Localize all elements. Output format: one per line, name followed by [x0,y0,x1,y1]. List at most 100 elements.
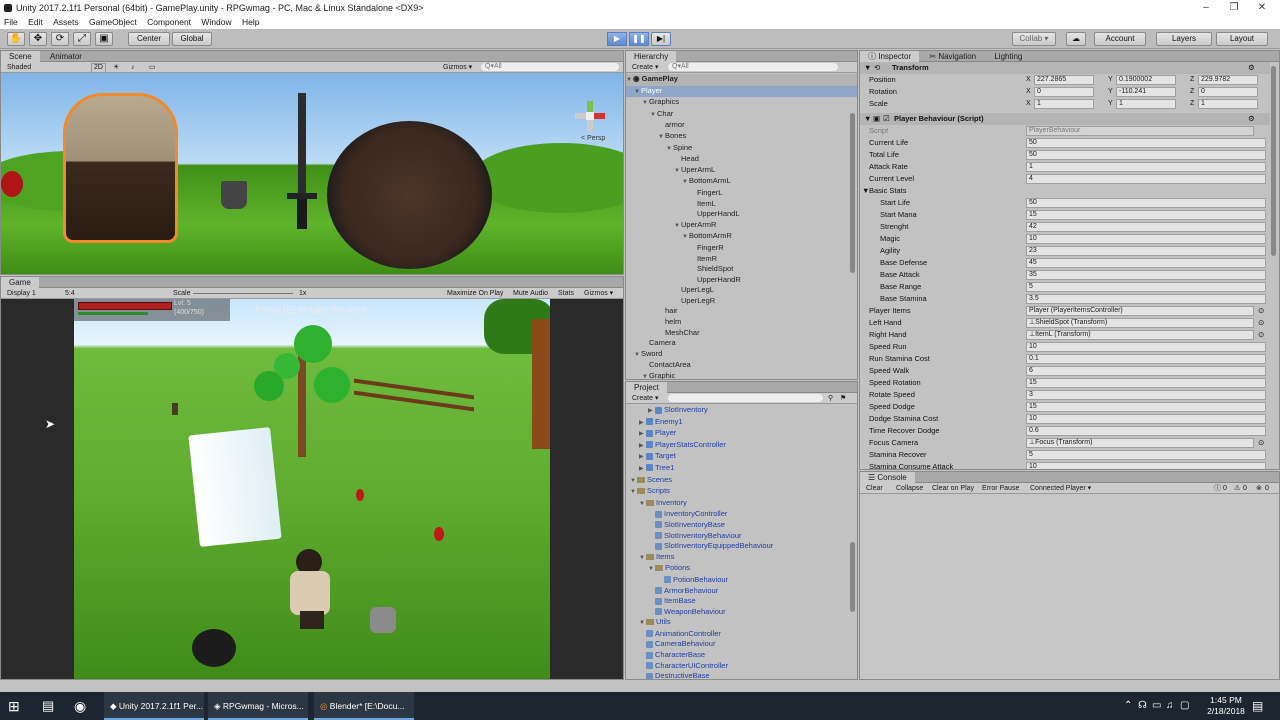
project-row[interactable]: ▼ Potions [626,563,857,575]
hierarchy-row[interactable]: UpperHandL [626,209,857,220]
hierarchy-search-input[interactable]: Q▾All [668,63,838,71]
game-gizmos-dropdown[interactable]: Gizmos ▾ [584,288,613,299]
hierarchy-row[interactable]: ItemL [626,199,857,210]
tab-inspector[interactable]: ⓘ Inspector [860,51,920,62]
object-reference-field[interactable]: Player (PlayerItemsController) [1026,306,1254,316]
project-row[interactable]: ▼ Scenes [626,475,857,487]
tab-scene[interactable]: Scene [1,51,40,62]
scene-viewport[interactable]: < Persp [1,73,623,274]
hierarchy-row[interactable]: ▼Bones [626,131,857,143]
value-field[interactable]: 5 [1026,282,1266,292]
project-row[interactable]: SlotInventoryBase [626,520,857,531]
pivot-center-button[interactable]: Center [128,32,170,46]
foldout-arrow-icon[interactable]: ▼ [682,232,689,243]
value-field[interactable]: 50 [1026,150,1266,160]
foldout-arrow-icon[interactable]: ▼ [642,372,649,379]
project-row[interactable]: ArmorBehaviour [626,586,857,597]
project-create-button[interactable]: Create ▾ [632,393,658,404]
stats-toggle[interactable]: Stats [558,288,574,299]
hierarchy-row[interactable]: hair [626,306,857,317]
shading-dropdown[interactable]: Shaded [7,62,31,73]
tab-hierarchy[interactable]: Hierarchy [626,51,677,62]
foldout-arrow-icon[interactable]: ▶ [648,406,655,417]
foldout-arrow-icon[interactable]: ▼ [658,132,665,143]
project-row[interactable]: ▶ Target [626,451,857,463]
tab-navigation[interactable]: ✂ Navigation [921,51,984,62]
foldout-arrow-icon[interactable]: ▼ [682,177,689,188]
clear-on-play-toggle[interactable]: Clear on Play [932,483,974,494]
foldout-arrow-icon[interactable]: ▼ [642,98,649,109]
hierarchy-row[interactable]: FingerL [626,188,857,199]
value-field[interactable]: 10 [1026,462,1266,469]
network-icon[interactable]: ☊ [1138,692,1147,720]
value-field[interactable]: 35 [1026,270,1266,280]
foldout-arrow-icon[interactable]: ▼ [650,110,657,121]
menu-assets[interactable]: Assets [49,16,83,29]
project-row[interactable]: ▼ Utils [626,617,857,629]
layers-button[interactable]: Layers [1156,32,1212,46]
close-button[interactable]: ✕ [1248,0,1276,16]
value-field[interactable]: 6 [1026,366,1266,376]
persp-label[interactable]: < Persp [581,135,605,142]
foldout-arrow-icon[interactable]: ▶ [639,418,646,429]
2d-toggle[interactable]: 2D [91,63,106,73]
project-row[interactable]: ▼ Scripts [626,486,857,498]
tab-game[interactable]: Game [1,277,39,288]
value-field[interactable]: 42 [1026,222,1266,232]
volume-icon[interactable]: ♫ [1166,692,1174,720]
info-count-icon[interactable]: ⓘ [1214,483,1221,494]
basic-stats-foldout[interactable]: Basic Stats [869,185,907,197]
hierarchy-row[interactable]: ▼Player [626,85,857,98]
component-settings-icon[interactable]: ⚙ [1248,62,1255,74]
move-tool-icon[interactable]: ✥ [29,32,47,46]
hierarchy-row[interactable]: helm [626,317,857,328]
project-row[interactable]: ▼ Inventory [626,498,857,510]
project-row[interactable]: SlotInventoryEquippedBehaviour [626,541,857,552]
error-pause-toggle[interactable]: Error Pause [982,483,1019,494]
tab-console[interactable]: ☰ Console [860,472,915,483]
project-row[interactable]: PotionBehaviour [626,575,857,586]
hierarchy-row[interactable]: UpperHandR [626,275,857,286]
maximize-button[interactable]: ❐ [1220,0,1248,16]
value-field[interactable]: 0.1 [1026,354,1266,364]
project-row[interactable]: DestructiveBase [626,671,857,679]
notifications-icon[interactable]: ▤ [1252,692,1263,720]
menu-edit[interactable]: Edit [24,16,47,29]
rect-tool-icon[interactable]: ▣ [95,32,113,46]
scale-x-field[interactable]: 1 [1034,99,1094,109]
cloud-icon[interactable]: ☁ [1066,32,1086,46]
foldout-arrow-icon[interactable]: ▼ [674,166,681,177]
menu-window[interactable]: Window [197,16,235,29]
hierarchy-scrollbar[interactable] [850,113,855,273]
maximize-on-play-toggle[interactable]: Maximize On Play [447,288,503,299]
scene-gizmos-dropdown[interactable]: Gizmos ▾ [443,62,472,73]
value-field[interactable]: 10 [1026,414,1266,424]
console-log-area[interactable] [860,494,1279,679]
effects-toggle-icon[interactable]: ▭ [149,62,156,73]
hierarchy-row[interactable]: ▼Graphic [626,371,857,379]
warning-count-icon[interactable]: ⚠ [1234,483,1240,494]
hand-tool-icon[interactable]: ✋ [7,32,25,46]
hierarchy-row[interactable]: UperLegR [626,296,857,307]
project-row[interactable]: ▶ Enemy1 [626,417,857,429]
object-picker-icon[interactable]: ⊙ [1258,305,1264,317]
system-clock[interactable]: 1:45 PM 2/18/2018 [1204,692,1248,720]
chrome-icon[interactable]: ◉ [74,692,86,720]
inspector-scrollbar[interactable] [1271,66,1276,256]
filter-type-icon[interactable]: ⚲ [828,393,833,404]
foldout-arrow-icon[interactable]: ▼ [630,476,637,487]
tab-project[interactable]: Project [626,382,667,393]
project-row[interactable]: ▼ Items [626,552,857,564]
menu-gameobject[interactable]: GameObject [85,16,141,29]
value-field[interactable]: 3 [1026,390,1266,400]
project-row[interactable]: ▶ Tree1 [626,463,857,475]
layout-button[interactable]: Layout [1216,32,1268,46]
foldout-arrow-icon[interactable]: ▼ [862,185,869,197]
windows-start-icon[interactable]: ⊞ [8,692,20,720]
foldout-arrow-icon[interactable]: ▼ [639,618,646,629]
foldout-arrow-icon[interactable]: ▶ [639,452,646,463]
project-row[interactable]: AnimationController [626,629,857,640]
transform-header[interactable]: ▼ ⟲ Transform ⚙ [860,62,1270,74]
scene-root-row[interactable]: ▼◉ GamePlay [626,74,857,86]
rotation-y-field[interactable]: -110.241 [1116,87,1176,97]
